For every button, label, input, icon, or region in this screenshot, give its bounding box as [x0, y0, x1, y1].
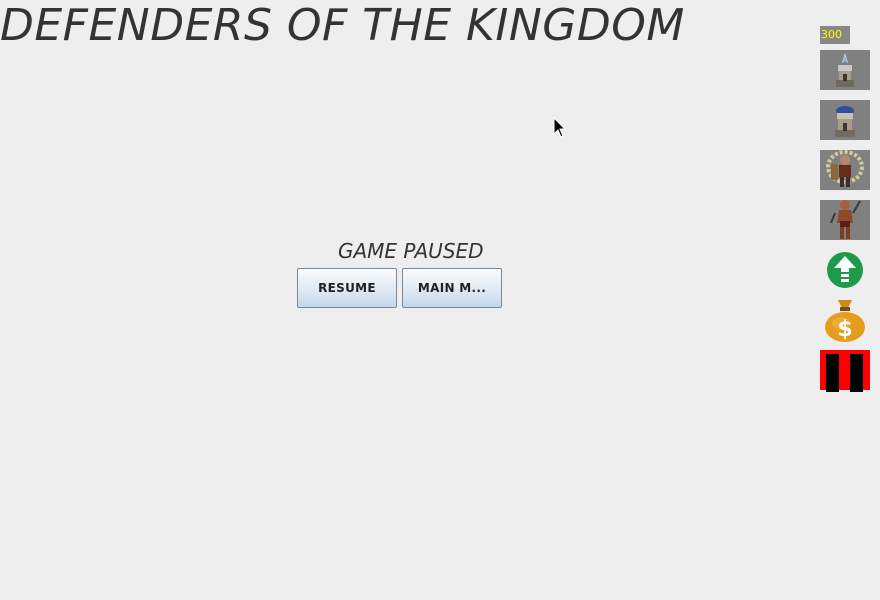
- barbarian-unit-icon: [830, 200, 861, 239]
- pause-label: GAME PAUSED: [338, 239, 484, 263]
- archer-tower-icon: [835, 106, 855, 137]
- build-mage-tower-button[interactable]: [820, 50, 870, 90]
- game-title: DEFENDERS OF THE KINGDOM: [0, 0, 685, 51]
- recruit-warrior-button[interactable]: [820, 150, 870, 190]
- main-menu-button[interactable]: MAIN M...: [402, 268, 502, 308]
- build-archer-tower-button[interactable]: [820, 100, 870, 140]
- warrior-unit-icon: [826, 150, 864, 187]
- svg-text:$: $: [837, 317, 852, 342]
- resume-button[interactable]: RESUME: [297, 268, 397, 308]
- sell-button[interactable]: $: [820, 300, 870, 342]
- pause-icon: [826, 354, 863, 392]
- mage-tower-icon: [836, 53, 854, 87]
- upgrade-arrow-icon: [827, 252, 863, 288]
- upgrade-button[interactable]: [820, 250, 870, 290]
- pause-button[interactable]: [820, 350, 870, 392]
- money-bag-icon: $: [825, 300, 865, 342]
- mouse-cursor-icon: [553, 117, 567, 138]
- recruit-barbarian-button[interactable]: [820, 200, 870, 240]
- gold-counter: 300: [820, 26, 850, 44]
